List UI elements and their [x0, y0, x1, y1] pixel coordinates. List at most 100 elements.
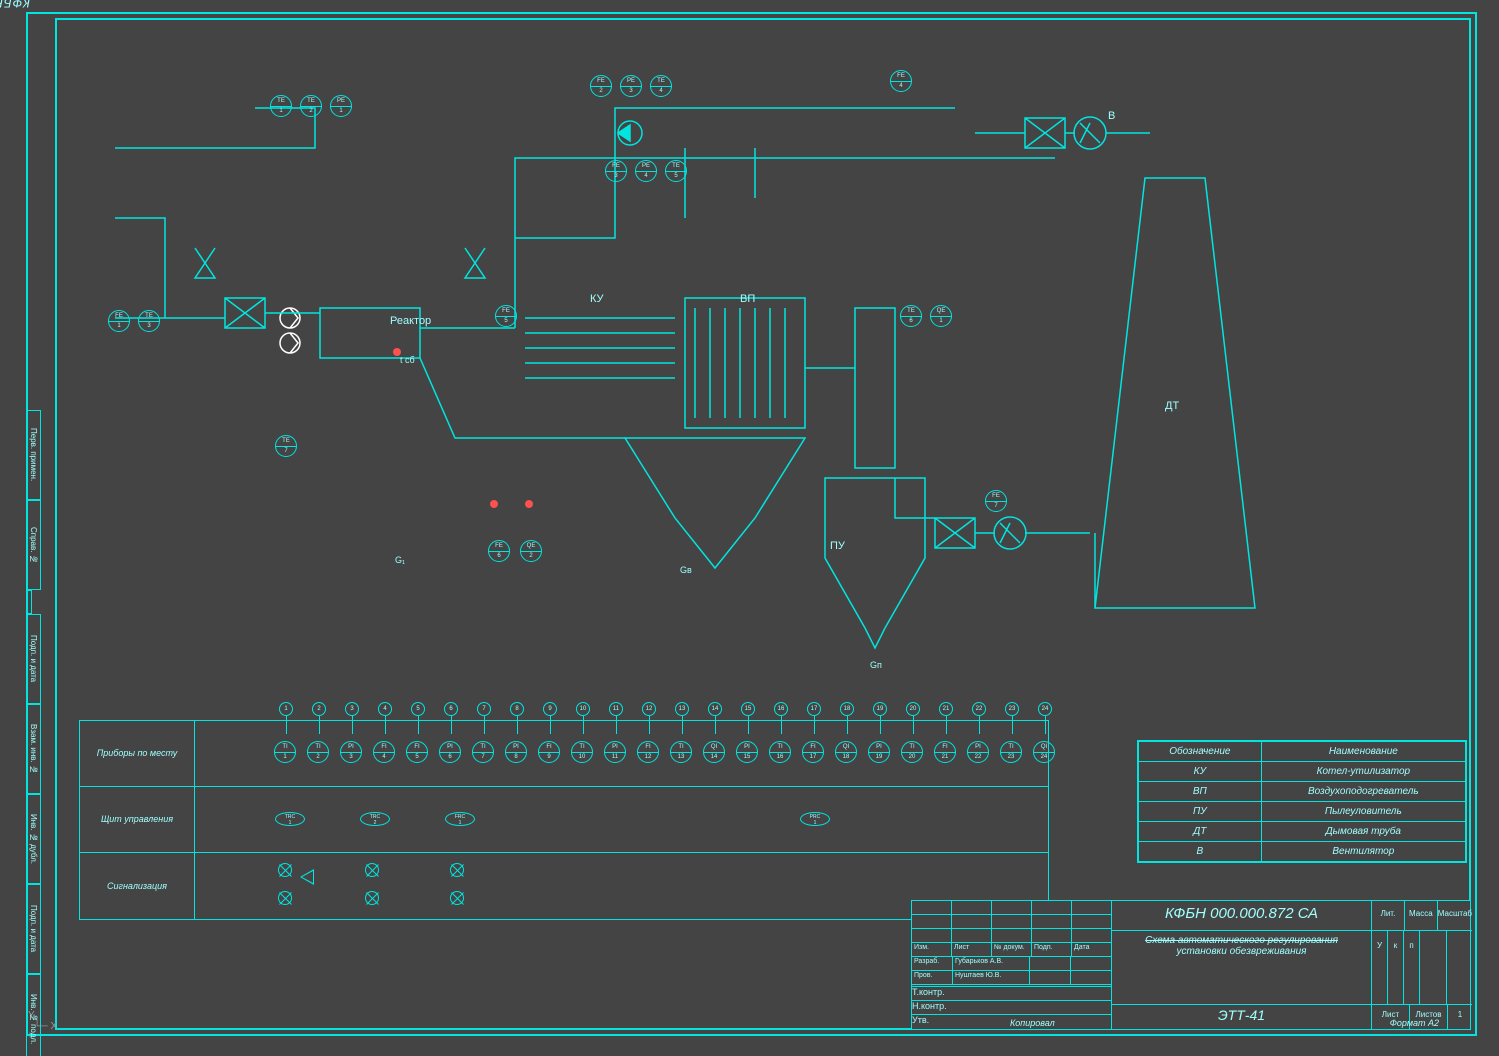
instrument-pe: PE3	[620, 75, 642, 97]
instrument-fe: FE5	[495, 305, 517, 327]
field-instrument: PI8	[505, 741, 527, 763]
field-instrument: TI13	[670, 741, 692, 763]
tb-cell: Масштаб	[1438, 901, 1472, 930]
vp-label: ВП	[740, 293, 755, 305]
instrument-te: TE3	[138, 310, 160, 332]
link-line	[913, 716, 914, 734]
link-circle: 12	[642, 702, 656, 716]
side-tab: Подп. и дата	[26, 614, 41, 704]
legend-cell: ДТ	[1139, 822, 1262, 842]
title-line: установки обезвреживания	[1116, 946, 1367, 957]
instrument-te: TE6	[900, 305, 922, 327]
field-instrument: QI24	[1033, 741, 1055, 763]
signal-lamp-icon	[450, 863, 464, 877]
field-instrument: TI2	[307, 741, 329, 763]
field-instrument: PI19	[868, 741, 890, 763]
link-line	[979, 716, 980, 734]
legend-cell: Воздухоподогреватель	[1261, 782, 1465, 802]
tb-cell: Утв.	[912, 1015, 929, 1029]
field-instrument: FI12	[637, 741, 659, 763]
instrument-te: TE5	[665, 160, 687, 182]
drawing-code: КФБН 000.000.872 СА	[1112, 901, 1371, 931]
legend-cell: Дымовая труба	[1261, 822, 1465, 842]
field-instrument: FI4	[373, 741, 395, 763]
link-line	[286, 716, 287, 734]
panel-row-field: Приборы по месту TI1TI2PI3FI4FI5PI6TI7PI…	[80, 721, 1048, 787]
instrument-fe: FE2	[590, 75, 612, 97]
tb-cell: Разраб.	[912, 957, 953, 970]
row-label: Приборы по месту	[80, 721, 195, 786]
link-circle: 10	[576, 702, 590, 716]
link-circle: 4	[378, 702, 392, 716]
link-circle: 20	[906, 702, 920, 716]
legend-cell: В	[1139, 842, 1262, 862]
legend-header: Обозначение	[1139, 742, 1262, 762]
link-line	[583, 716, 584, 734]
link-circle: 7	[477, 702, 491, 716]
title-block: Изм.Лист№ докум.Подп.Дата Разраб.Губарьк…	[911, 900, 1471, 1030]
side-tab: Подп. и дата	[26, 884, 41, 974]
footer-format: Формат А2	[1390, 1018, 1439, 1028]
instrument-fe: FE1	[108, 310, 130, 332]
link-line	[781, 716, 782, 734]
controller: FRC1	[445, 812, 475, 826]
red-indicator	[525, 500, 533, 508]
instrument-qe: QE2	[520, 540, 542, 562]
link-circle: 22	[972, 702, 986, 716]
link-line	[451, 716, 452, 734]
g2-label: Gв	[680, 565, 692, 575]
tb-cell: к	[1388, 931, 1404, 1004]
instrument-pe: PE4	[635, 160, 657, 182]
legend-table: ОбозначениеНаименование КУКотел-утилизат…	[1137, 740, 1467, 863]
link-circle: 13	[675, 702, 689, 716]
field-instrument: FI21	[934, 741, 956, 763]
g3-label: Gп	[870, 660, 882, 670]
link-circle: 23	[1005, 702, 1019, 716]
link-line	[352, 716, 353, 734]
ku-label: КУ	[590, 293, 604, 305]
field-instrument: PI15	[736, 741, 758, 763]
legend-header: Наименование	[1261, 742, 1465, 762]
tb-cell: У	[1372, 931, 1388, 1004]
link-circle: 24	[1038, 702, 1052, 716]
field-instrument: PI22	[967, 741, 989, 763]
side-tab: Взам. инв. №	[26, 704, 41, 794]
link-line	[946, 716, 947, 734]
link-line	[880, 716, 881, 734]
tb-cell: Нуштаев Ю.В.	[953, 971, 1030, 984]
reactor-label: Реактор	[390, 315, 431, 327]
link-line	[1045, 716, 1046, 734]
link-circle: 11	[609, 702, 623, 716]
field-instrument: QI14	[703, 741, 725, 763]
field-instrument: PI11	[604, 741, 626, 763]
footer-copied: Копировал	[1010, 1018, 1055, 1028]
signal-lamp-icon	[278, 891, 292, 905]
field-instrument: TI1	[274, 741, 296, 763]
link-line	[616, 716, 617, 734]
link-line	[484, 716, 485, 734]
panel-row-control: Щит управления TRC1 TRC2 FRC1 PRC1	[80, 787, 1048, 853]
title-line: Схема автоматического регулирования	[1116, 935, 1367, 946]
instrument-te: TE4	[650, 75, 672, 97]
red-indicator	[393, 348, 401, 356]
legend-cell: Котел-утилизатор	[1261, 762, 1465, 782]
controller: TRC2	[360, 812, 390, 826]
red-indicator	[490, 500, 498, 508]
link-circle: 17	[807, 702, 821, 716]
field-instrument: QI18	[835, 741, 857, 763]
tb-cell: Изм.	[912, 943, 952, 956]
side-tabs: Перв. примен. Справ. № Подп. и дата Взам…	[26, 410, 55, 1056]
link-circle: 16	[774, 702, 788, 716]
field-instrument: FI5	[406, 741, 428, 763]
link-circle: 19	[873, 702, 887, 716]
dt-label: ДТ	[1165, 400, 1179, 412]
link-circle: 9	[543, 702, 557, 716]
controller: PRC1	[800, 812, 830, 826]
tb-right: Лит.МассаМасштаб Укп ЛистЛистов1	[1372, 901, 1472, 1029]
field-instrument: PI3	[340, 741, 362, 763]
link-line	[1012, 716, 1013, 734]
link-line	[649, 716, 650, 734]
group-code: ЭТТ-41	[1112, 1005, 1371, 1029]
mirrored-code: КФБН 000.000.872 СА	[0, 0, 30, 10]
tb-cell: Лит.	[1372, 901, 1405, 930]
